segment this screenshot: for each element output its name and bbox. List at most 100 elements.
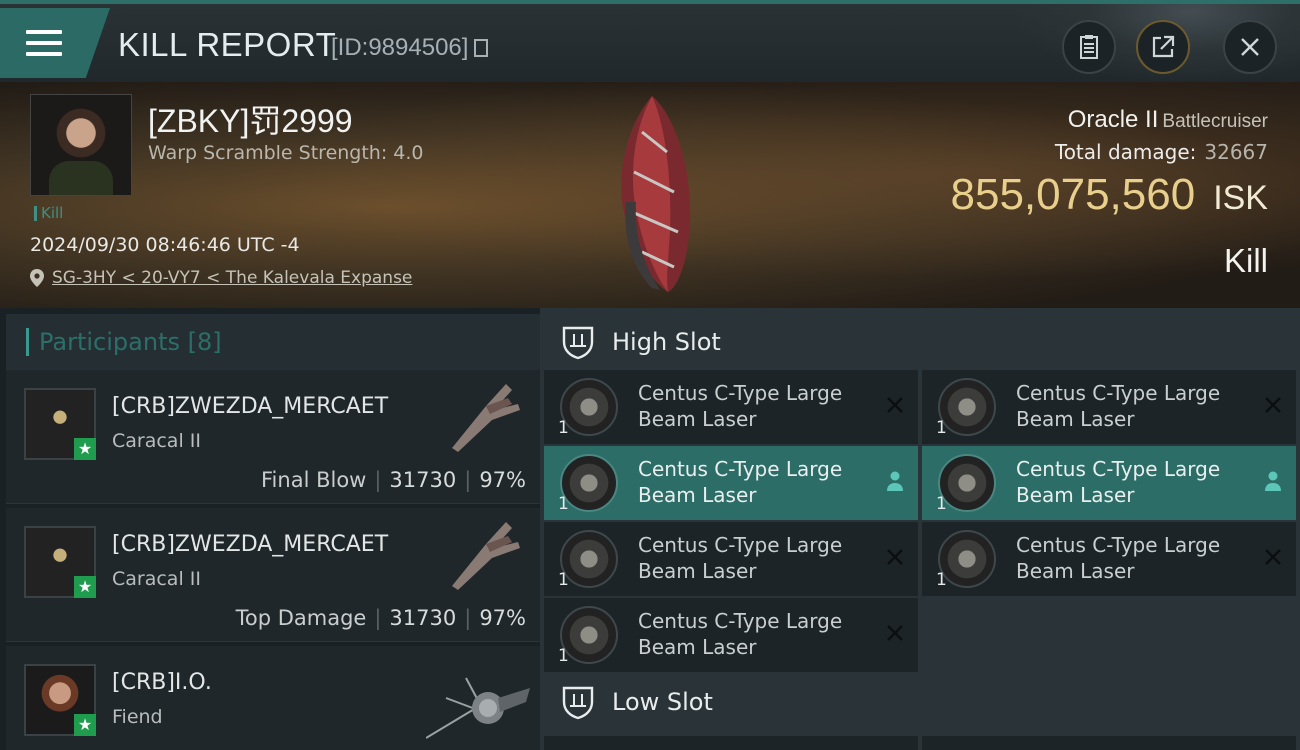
destroyed-x-icon — [887, 625, 903, 641]
menu-icon — [26, 30, 62, 58]
report-id[interactable]: [ID:9894506] — [331, 34, 489, 62]
module-quantity: 1 — [558, 418, 569, 438]
module-name-line-1: Centus C-Type Large — [1016, 533, 1221, 557]
participant-avatar: ★ — [24, 526, 96, 598]
close-button[interactable] — [1223, 20, 1277, 74]
module-quantity: 1 — [936, 418, 947, 438]
location-link[interactable]: SG-3HY < 20-VY7 < The Kalevala Expanse — [30, 268, 412, 288]
participant-avatar: ★ — [24, 388, 96, 460]
clipboard-icon — [1080, 35, 1098, 59]
participants-header[interactable]: Participants [8] — [6, 314, 540, 372]
destroyed-x-icon — [887, 397, 903, 413]
participant-stats: Final Blow | 31730 | 97% — [261, 468, 526, 492]
participant-avatar: ★ — [24, 664, 96, 736]
victim-avatar[interactable] — [30, 94, 132, 196]
module-name-line-2: Beam Laser — [638, 559, 757, 583]
kill-result: Kill — [1223, 242, 1268, 279]
location-text: SG-3HY < 20-VY7 < The Kalevala Expanse — [52, 268, 413, 288]
participant-ship-image — [452, 384, 520, 452]
module-slot[interactable] — [544, 736, 918, 750]
participant-row[interactable]: ★ [CRB]ZWEZDA_MERCAET Caracal II Top Dam… — [6, 508, 540, 642]
module-name-line-1: Centus C-Type Large — [1016, 457, 1221, 481]
participants-panel: Participants [8] ★ [CRB]ZWEZDA_MERCAET C… — [0, 308, 540, 750]
destroyed-x-icon — [1265, 397, 1281, 413]
module-slot[interactable]: 1 Centus C-Type Large Beam Laser — [544, 598, 918, 672]
module-slot[interactable]: 1 Centus C-Type Large Beam Laser — [544, 522, 918, 596]
high-slot-header: High Slot — [544, 312, 1300, 372]
share-button[interactable] — [1136, 20, 1190, 74]
total-damage-label: Total damage: — [1054, 140, 1197, 164]
participant-ship: Caracal II — [112, 430, 201, 452]
module-name-line-1: Centus C-Type Large — [638, 457, 843, 481]
module-name: Centus C-Type Large Beam Laser — [638, 608, 878, 660]
module-quantity: 1 — [558, 570, 569, 590]
menu-button[interactable] — [0, 8, 110, 78]
module-name-line-1: Centus C-Type Large — [638, 609, 843, 633]
module-slot[interactable] — [922, 736, 1296, 750]
module-slot[interactable]: 1 Centus C-Type Large Beam Laser — [544, 370, 918, 444]
kill-tag: Kill — [34, 206, 63, 221]
ship-name: Oracle II — [1067, 106, 1159, 133]
star-icon: ★ — [74, 438, 96, 460]
star-icon: ★ — [74, 714, 96, 736]
stat-label: Final Blow — [261, 468, 367, 492]
module-name-line-1: Centus C-Type Large — [1016, 381, 1221, 405]
module-quantity: 1 — [936, 494, 947, 514]
participant-name: [CRB]ZWEZDA_MERCAET — [112, 394, 389, 419]
module-name-line-2: Beam Laser — [1016, 407, 1135, 431]
victim-ship[interactable]: Oracle II Battlecruiser — [1068, 106, 1268, 134]
participant-ship-image — [452, 522, 520, 590]
shield-slot-icon — [562, 326, 594, 360]
participant-stats: Top Damage | 31730 | 97% — [235, 606, 526, 630]
module-slot[interactable]: 1 Centus C-Type Large Beam Laser — [922, 522, 1296, 596]
participant-name: [CRB]I.O. — [112, 670, 212, 695]
module-name: Centus C-Type Large Beam Laser — [638, 380, 878, 432]
victim-name[interactable]: [ZBKY]罚2999 — [148, 96, 353, 142]
total-damage-value: 32667 — [1204, 140, 1268, 164]
kill-datetime: 2024/09/30 08:46:46 UTC -4 — [30, 234, 300, 256]
total-damage: Total damage: 32667 — [1055, 140, 1268, 164]
victim-ship-image — [621, 96, 691, 292]
module-name-line-1: Centus C-Type Large — [638, 381, 843, 405]
stat-damage: 31730 — [389, 468, 457, 492]
report-id-text: [ID:9894506] — [331, 34, 469, 61]
module-slot[interactable]: 1 Centus C-Type Large Beam Laser — [544, 446, 918, 520]
module-name-line-2: Beam Laser — [638, 483, 757, 507]
stat-percent: 97% — [479, 468, 526, 492]
participants-label: Participants [8] — [26, 328, 222, 356]
star-icon: ★ — [74, 576, 96, 598]
close-icon — [1241, 38, 1259, 56]
isk-value: 855,075,560 ISK — [951, 170, 1269, 220]
isk-amount: 855,075,560 — [950, 170, 1196, 219]
dropped-person-icon — [1265, 471, 1281, 491]
low-slot-header: Low Slot — [544, 672, 1300, 732]
module-name-line-1: Centus C-Type Large — [638, 533, 843, 557]
destroyed-x-icon — [887, 549, 903, 565]
top-bar: KILL REPORT [ID:9894506] — [0, 0, 1300, 84]
module-name: Centus C-Type Large Beam Laser — [1016, 532, 1256, 584]
participant-row[interactable]: ★ [CRB]I.O. Fiend — [6, 646, 540, 750]
low-slot-label: Low Slot — [612, 688, 713, 716]
module-name: Centus C-Type Large Beam Laser — [1016, 456, 1256, 508]
module-slot[interactable]: 1 Centus C-Type Large Beam Laser — [922, 446, 1296, 520]
warp-scramble-strength: Warp Scramble Strength: 4.0 — [148, 142, 424, 164]
module-name-line-2: Beam Laser — [1016, 483, 1135, 507]
participant-name: [CRB]ZWEZDA_MERCAET — [112, 532, 389, 557]
participant-ship: Fiend — [112, 706, 163, 728]
participant-row[interactable]: ★ [CRB]ZWEZDA_MERCAET Caracal II Final B… — [6, 370, 540, 504]
module-name: Centus C-Type Large Beam Laser — [1016, 380, 1256, 432]
stat-damage: 31730 — [389, 606, 457, 630]
victim-banner: [ZBKY]罚2999 Warp Scramble Strength: 4.0 … — [0, 82, 1300, 308]
isk-unit: ISK — [1213, 179, 1268, 217]
module-slot[interactable]: 1 Centus C-Type Large Beam Laser — [922, 370, 1296, 444]
participant-ship: Caracal II — [112, 568, 201, 590]
fitting-panel: High Slot 1 Centus C-Type Large Beam Lase… — [540, 308, 1300, 750]
module-name-line-2: Beam Laser — [638, 635, 757, 659]
module-name: Centus C-Type Large Beam Laser — [638, 532, 878, 584]
module-quantity: 1 — [558, 494, 569, 514]
location-pin-icon — [30, 269, 44, 287]
copy-icon[interactable] — [474, 39, 489, 57]
high-slot-label: High Slot — [612, 328, 721, 356]
clipboard-button[interactable] — [1062, 20, 1116, 74]
participant-ship-image — [426, 677, 530, 739]
